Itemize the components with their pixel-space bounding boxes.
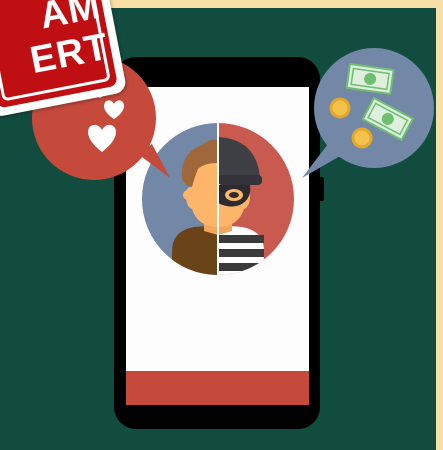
phone-side-button xyxy=(320,177,324,201)
illustration: AM ERT xyxy=(0,0,443,450)
money-speech-bubble xyxy=(302,48,434,178)
phone-screen-bar xyxy=(126,371,309,405)
